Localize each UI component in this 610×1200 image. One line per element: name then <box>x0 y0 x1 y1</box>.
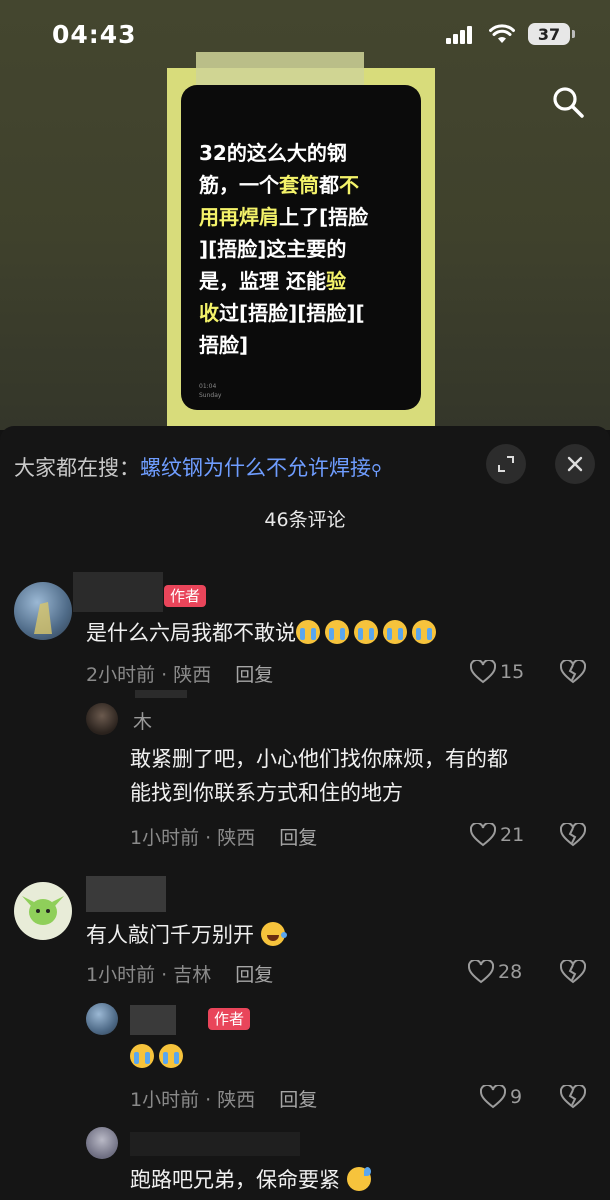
comment-text: 有人敲门千万别开 <box>86 918 290 952</box>
crying-emoji-icon <box>130 1044 154 1068</box>
avatar-image <box>22 896 64 925</box>
crying-emoji-icon <box>296 620 320 644</box>
like-button[interactable]: 21 <box>470 823 524 847</box>
caption-highlight: 套筒 <box>279 173 319 197</box>
battery-icon: 37 <box>528 23 575 45</box>
avatar[interactable] <box>86 1127 118 1159</box>
crying-emoji-icon <box>412 620 436 644</box>
like-count: 28 <box>498 961 523 983</box>
wifi-icon <box>489 24 515 43</box>
caption-line: 捂脸] <box>199 329 405 361</box>
caption-highlight: 收 <box>199 301 219 325</box>
video-text-card: 32的这么大的钢 筋，一个套筒都不 用再焊肩上了[捂脸][捂脸]这主要的 是，监理 还… <box>181 85 421 410</box>
reply-button[interactable]: 回复 <box>235 964 273 986</box>
reply-button[interactable]: 回复 <box>235 664 273 686</box>
like-count: 15 <box>500 661 525 683</box>
close-icon <box>567 456 583 472</box>
crying-emoji-icon <box>325 620 349 644</box>
comment-count-title: 46条评论 <box>264 509 346 531</box>
author-badge: 作者 <box>164 585 207 607</box>
reply-button[interactable]: 回复 <box>279 1089 317 1111</box>
caption-segment: 筋，一个 <box>199 173 279 197</box>
author-badge: 作者 <box>208 1008 251 1030</box>
small-search-icon: ⚲ <box>371 461 382 479</box>
dislike-icon[interactable] <box>560 660 586 684</box>
crying-emoji-icon <box>383 620 407 644</box>
heart-icon <box>480 1085 506 1109</box>
dislike-icon[interactable] <box>560 1085 586 1109</box>
caption-segment: 捂脸] <box>199 333 249 357</box>
status-time: 04:43 <box>52 20 137 49</box>
caption-segment: 都 <box>319 173 339 197</box>
caption-line: 是，监理 还能验 <box>199 265 405 297</box>
username-redacted <box>135 690 187 698</box>
caption-segment: 过[捂脸][捂脸][ <box>219 301 365 325</box>
video-card-meta: 01:04 Sunday <box>199 383 222 399</box>
reply-button[interactable]: 回复 <box>279 827 317 849</box>
cellular-signal-icon <box>446 26 472 44</box>
hot-search-keyword[interactable]: 螺纹钢为什么不允许焊接 <box>140 456 371 480</box>
avatar[interactable] <box>14 882 72 940</box>
caption-highlight: 用再焊肩 <box>199 205 279 229</box>
caption-line: 32的这么大的钢 <box>199 137 405 169</box>
avatar[interactable] <box>86 703 118 735</box>
caption-segment: 上了[捂脸 <box>279 205 369 229</box>
like-count: 21 <box>500 824 525 846</box>
comment-text: 跑路吧兄弟，保命要紧 <box>130 1163 376 1197</box>
like-button[interactable]: 28 <box>468 960 522 984</box>
caption-line: 收过[捂脸][捂脸][ <box>199 297 405 329</box>
caption-highlight: 不 <box>339 173 359 197</box>
close-button[interactable] <box>555 444 595 484</box>
video-area[interactable]: 04:43 37 32的这么大的钢 筋，一个套筒都不 用再焊肩上了[捂脸][捂脸]这… <box>0 0 610 430</box>
caption-line: 筋，一个套筒都不 <box>199 169 405 201</box>
hot-search-bar[interactable]: 大家都在搜：螺纹钢为什么不允许焊接⚲ <box>14 452 382 482</box>
sweat-emoji-icon <box>346 1167 371 1191</box>
search-icon[interactable] <box>550 84 586 120</box>
username-redacted <box>130 1132 300 1156</box>
comment-meta: 1小时前 · 陕西 回复 <box>130 1089 318 1111</box>
comment-panel: 大家都在搜：螺纹钢为什么不允许焊接⚲ 46条评论 <box>0 426 610 1200</box>
username-redacted <box>130 1005 176 1035</box>
avatar[interactable] <box>86 1003 118 1035</box>
caption-line: 用再焊肩上了[捂脸 <box>199 201 405 233</box>
expand-icon <box>498 456 514 472</box>
caption-segment: ][捂脸]这主要的 <box>199 237 347 261</box>
video-caption-text: 32的这么大的钢 筋，一个套筒都不 用再焊肩上了[捂脸][捂脸]这主要的 是，监理 还… <box>199 137 405 361</box>
avatar[interactable] <box>14 582 72 640</box>
dislike-icon[interactable] <box>560 960 586 984</box>
like-button[interactable]: 9 <box>480 1085 522 1109</box>
caption-line: ][捂脸]这主要的 <box>199 233 405 265</box>
comment-text: 敢紧删了吧，小心他们找你麻烦，有的都 能找到你联系方式和住的地方 <box>130 747 508 805</box>
dislike-icon[interactable] <box>560 823 586 847</box>
username-redacted <box>73 572 163 612</box>
username-redacted <box>86 876 166 912</box>
like-count: 9 <box>510 1086 523 1108</box>
comment-meta: 2小时前 · 陕西 回复 <box>86 664 274 686</box>
avatar-image <box>34 602 52 634</box>
expand-button[interactable] <box>486 444 526 484</box>
caption-segment: 32的这么大的钢 <box>199 141 347 165</box>
hot-search-prefix: 大家都在搜： <box>14 456 140 480</box>
comment-text: 是什么六局我都不敢说 <box>86 616 441 650</box>
heart-icon <box>470 823 496 847</box>
comment-text <box>130 1040 188 1074</box>
comment-meta: 1小时前 · 陕西 回复 <box>130 827 318 849</box>
heart-icon <box>468 960 494 984</box>
crying-emoji-icon <box>159 1044 183 1068</box>
crying-emoji-icon <box>354 620 378 644</box>
reply-username: 木 <box>133 711 153 733</box>
heart-icon <box>470 660 496 684</box>
laugh-cry-emoji-icon <box>260 922 287 946</box>
caption-highlight: 验 <box>325 269 346 293</box>
like-button[interactable]: 15 <box>470 660 524 684</box>
caption-segment: 是，监理 还能 <box>199 269 326 293</box>
comment-meta: 1小时前 · 吉林 回复 <box>86 964 274 986</box>
